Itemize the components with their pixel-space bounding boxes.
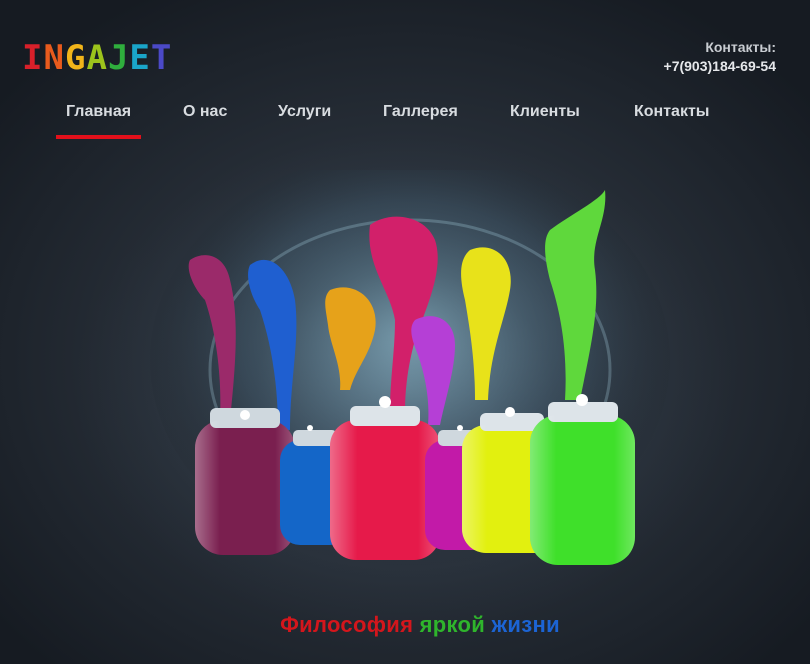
tagline-word: яркой <box>419 612 486 637</box>
jar-red <box>330 406 440 560</box>
tagline-word: жизни <box>491 612 560 637</box>
header-contacts: Контакты: +7(903)184-69-54 <box>664 38 776 76</box>
nav-item-clients[interactable]: Клиенты <box>510 98 580 142</box>
nav-item-gallery[interactable]: Галлерея <box>383 98 458 142</box>
nav-item-contacts[interactable]: Контакты <box>634 98 709 142</box>
nav-item-home[interactable]: Главная <box>55 98 142 142</box>
jar-green <box>530 402 635 565</box>
logo-letter: G <box>64 38 87 78</box>
nav-item-services[interactable]: Услуги <box>278 98 331 142</box>
logo[interactable]: INGAJET <box>22 38 172 78</box>
tagline-word: Философия <box>280 612 414 637</box>
nav-item-about[interactable]: О нас <box>183 98 227 142</box>
logo-letter: I <box>22 38 44 78</box>
logo-letter: N <box>43 38 65 78</box>
phone-number[interactable]: +7(903)184-69-54 <box>664 57 776 76</box>
main-nav: Главная О нас Услуги Галлерея Клиенты Ко… <box>0 98 810 142</box>
contacts-label: Контакты: <box>705 39 776 55</box>
logo-letter: A <box>86 38 108 78</box>
logo-letter: J <box>107 38 130 78</box>
hero-image <box>150 170 670 570</box>
logo-letter: E <box>129 38 151 78</box>
tagline: Философия яркой жизни <box>0 612 810 638</box>
logo-letter: T <box>150 38 173 78</box>
